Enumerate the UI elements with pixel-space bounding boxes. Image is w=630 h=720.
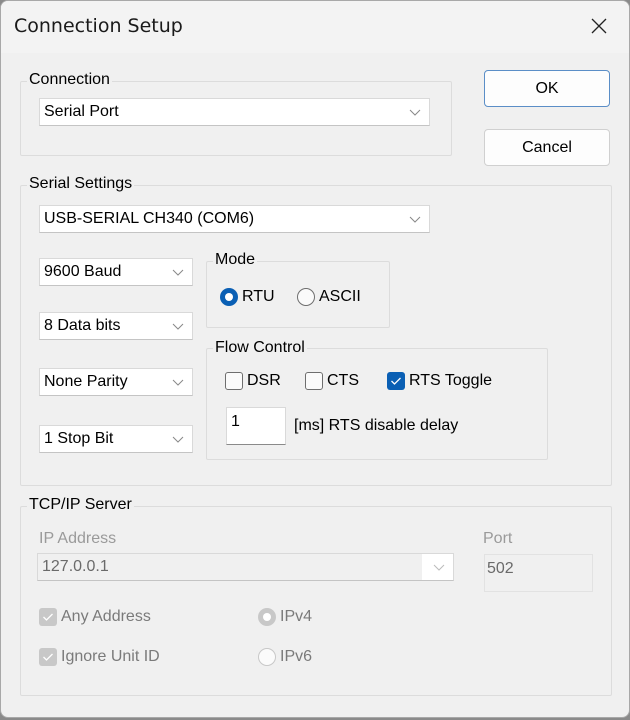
- checkbox-checked-icon: [39, 648, 57, 666]
- checkbox-checked-icon: [39, 608, 57, 626]
- any-address-label: Any Address: [61, 608, 151, 625]
- ignore-unit-id-checkbox[interactable]: Ignore Unit ID: [39, 648, 160, 666]
- port-value: 502: [487, 560, 514, 577]
- checkbox-unchecked-icon: [225, 372, 243, 390]
- close-icon: [591, 18, 607, 34]
- baud-rate-value: 9600 Baud: [44, 263, 122, 280]
- ipv6-radio[interactable]: IPv6: [258, 648, 312, 666]
- radio-unselected-icon: [297, 288, 315, 306]
- close-button[interactable]: [579, 11, 619, 41]
- baud-rate-select[interactable]: 9600 Baud: [39, 258, 193, 286]
- stop-bits-value: 1 Stop Bit: [44, 430, 114, 447]
- radio-selected-icon: [220, 288, 238, 306]
- ipv6-label: IPv6: [280, 648, 313, 665]
- checkbox-unchecked-icon: [305, 372, 323, 390]
- title-bar: Connection Setup: [1, 1, 629, 53]
- dialog-title: Connection Setup: [14, 15, 183, 37]
- port-label: Port: [483, 530, 513, 547]
- data-bits-select[interactable]: 8 Data bits: [39, 312, 193, 340]
- mode-group-label: Mode: [213, 251, 258, 269]
- connection-setup-dialog: Connection Setup Connection Serial Port …: [0, 0, 630, 718]
- connection-group-label: Connection: [27, 71, 112, 89]
- port-input[interactable]: 502: [484, 554, 593, 592]
- cts-checkbox[interactable]: CTS: [305, 372, 359, 390]
- stop-bits-select[interactable]: 1 Stop Bit: [39, 425, 193, 453]
- mode-rtu-radio[interactable]: RTU: [220, 288, 275, 306]
- checkmark-icon: [43, 613, 53, 621]
- rts-toggle-checkbox[interactable]: RTS Toggle: [387, 372, 492, 390]
- parity-value: None Parity: [44, 373, 128, 390]
- chevron-down-icon: [172, 379, 184, 386]
- ip-address-value: 127.0.0.1: [42, 558, 109, 575]
- ip-address-label: IP Address: [39, 530, 117, 547]
- checkbox-checked-icon: [387, 372, 405, 390]
- rts-delay-value: 1: [231, 413, 240, 430]
- tcpip-server-group-label: TCP/IP Server: [27, 496, 134, 514]
- mode-ascii-radio[interactable]: ASCII: [297, 288, 361, 306]
- connection-type-select[interactable]: Serial Port: [39, 98, 430, 126]
- ipv4-label: IPv4: [280, 608, 313, 625]
- rts-toggle-label: RTS Toggle: [409, 372, 493, 389]
- chevron-down-icon: [409, 109, 421, 116]
- radio-unselected-icon: [258, 648, 276, 666]
- ipv4-radio[interactable]: IPv4: [258, 608, 312, 626]
- dsr-checkbox[interactable]: DSR: [225, 372, 281, 390]
- flow-control-group-label: Flow Control: [213, 339, 307, 357]
- chevron-down-icon: [172, 269, 184, 276]
- connection-type-value: Serial Port: [44, 103, 119, 120]
- mode-ascii-label: ASCII: [319, 288, 361, 305]
- chevron-down-icon: [172, 323, 184, 330]
- serial-port-select[interactable]: USB-SERIAL CH340 (COM6): [39, 205, 430, 233]
- dsr-label: DSR: [247, 372, 281, 389]
- cancel-button[interactable]: Cancel: [484, 129, 610, 166]
- checkmark-icon: [391, 377, 401, 385]
- chevron-down-icon: [433, 564, 445, 571]
- radio-selected-icon: [258, 608, 276, 626]
- rts-delay-label: [ms] RTS disable delay: [294, 417, 459, 434]
- mode-rtu-label: RTU: [242, 288, 275, 305]
- checkmark-icon: [43, 653, 53, 661]
- rts-delay-input[interactable]: 1: [226, 407, 286, 445]
- ok-button[interactable]: OK: [484, 70, 610, 107]
- chevron-down-icon: [409, 216, 421, 223]
- parity-select[interactable]: None Parity: [39, 368, 193, 396]
- any-address-checkbox[interactable]: Any Address: [39, 608, 151, 626]
- chevron-down-icon: [172, 436, 184, 443]
- serial-port-value: USB-SERIAL CH340 (COM6): [44, 210, 255, 227]
- ignore-unit-id-label: Ignore Unit ID: [61, 648, 160, 665]
- ip-address-select[interactable]: 127.0.0.1: [37, 553, 454, 581]
- cts-label: CTS: [327, 372, 359, 389]
- serial-settings-group-label: Serial Settings: [27, 175, 135, 193]
- data-bits-value: 8 Data bits: [44, 317, 121, 334]
